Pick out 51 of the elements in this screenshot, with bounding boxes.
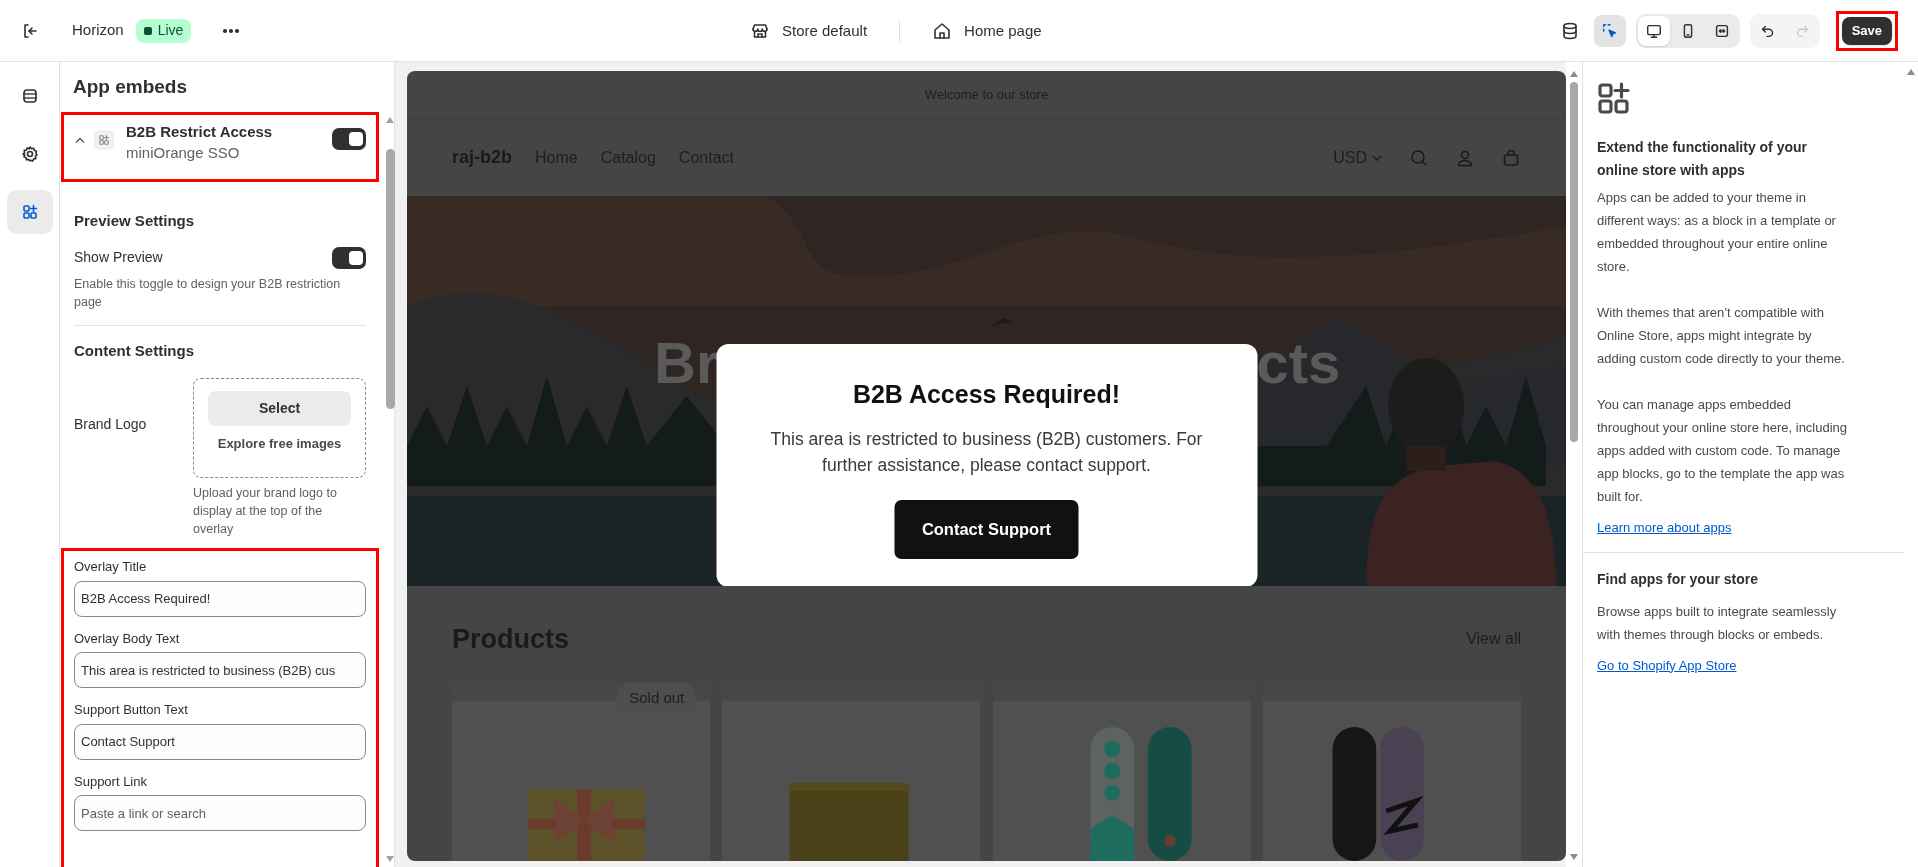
store-icon (750, 21, 770, 41)
setting-label: Brand Logo (74, 415, 148, 434)
cursor-icon (1600, 21, 1619, 40)
toggle-switch[interactable] (332, 246, 366, 269)
input-field[interactable]: Contact Support (74, 723, 366, 760)
input-field[interactable]: This area is restricted to business (B2B) cus (74, 652, 366, 688)
scroll-down-icon[interactable] (1569, 853, 1579, 861)
section-heading: Content Settings (74, 340, 195, 361)
field-label: Overlay Body Text (74, 629, 181, 648)
info-text: Browse apps built to integrate seamlessly with themes through blocks or embeds. (1597, 602, 1838, 644)
field-label: Overlay Title (74, 558, 148, 576)
explore-link[interactable]: Explore free images (217, 434, 342, 454)
modal-title: B2B Access Required! (852, 379, 1121, 410)
theme-name: Horizon (72, 20, 124, 41)
help-text: Enable this toggle to design your B2B restriction page (74, 275, 342, 311)
app-store-link[interactable]: Go to Shopify App Store (1597, 655, 1737, 675)
help-text: Upload your brand logo to display at the top of the overlay (193, 485, 338, 538)
scrollbar-thumb[interactable] (1570, 82, 1578, 442)
section-heading: Preview Settings (74, 211, 196, 231)
scroll-up-icon[interactable] (1906, 68, 1916, 76)
contact-support-button[interactable]: Contact Support (894, 499, 1079, 559)
embed-name: B2B Restrict Access (126, 122, 274, 142)
input-field[interactable]: B2B Access Required! (74, 580, 366, 617)
info-title: Find apps for your store (1597, 569, 1759, 589)
status-badge: Live (135, 18, 192, 43)
select-button[interactable]: Select (208, 391, 351, 426)
inspector-button[interactable] (1593, 14, 1626, 47)
setting-label: Show Preview (74, 248, 163, 267)
panel-title: App embeds (72, 74, 189, 99)
info-text: With themes that aren’t compatible with Online Store, apps might integrate by adding custom code directly to your theme. (1597, 304, 1846, 368)
info-title: Extend the functionality of your online store with apps (1597, 138, 1808, 180)
hero-heading: Br (654, 334, 719, 392)
info-text: Apps can be added to your theme in different ways: as a block in a template or embedded throughout your entire online store. (1597, 189, 1837, 276)
save-button[interactable]: Save (1841, 16, 1892, 45)
store-selector[interactable]: Store default (748, 19, 870, 43)
field-label: Support Link (74, 772, 148, 791)
hero-heading: cts (1256, 334, 1341, 392)
field-label: Support Button Text (74, 701, 189, 719)
input-field[interactable]: Paste a link or search (74, 795, 366, 831)
toggle-switch[interactable] (332, 128, 366, 150)
learn-more-link[interactable]: Learn more about apps (1597, 518, 1732, 538)
scroll-up-icon[interactable] (1569, 70, 1579, 78)
embed-provider: miniOrange SSO (126, 143, 241, 163)
scrollbar-thumb[interactable] (385, 149, 395, 409)
page-selector[interactable]: Home page (930, 19, 1044, 43)
apps-icon (1597, 82, 1631, 116)
modal-body: This area is restricted to business (B2B) customers. For further assistance, please contact support. (769, 427, 1204, 477)
home-icon (932, 21, 953, 41)
info-text: You can manage apps embedded throughout your online store here, including apps added with custom code. To manage app blocks, go to the template the app was built for. (1597, 396, 1849, 506)
settings-icon (19, 144, 40, 164)
view-mode-button[interactable] (1637, 15, 1670, 46)
